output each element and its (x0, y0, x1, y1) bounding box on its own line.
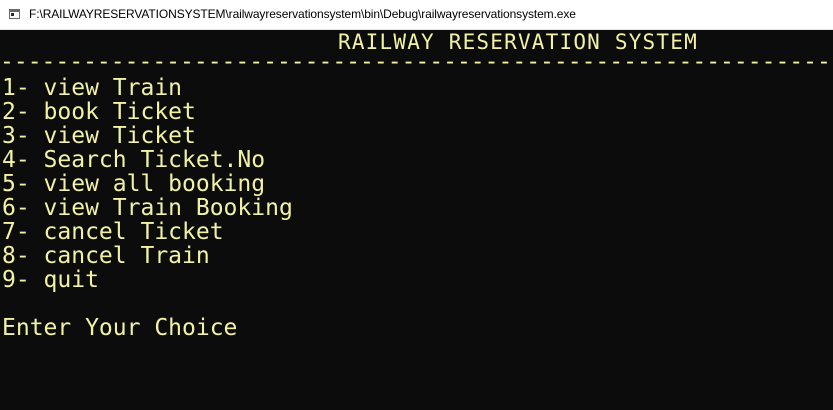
choice-prompt: Enter Your Choice (2, 315, 238, 341)
window-title: F:\RAILWAYRESERVATIONSYSTEM\railwayreser… (29, 7, 576, 21)
menu-item-cancel-train: 8- cancel Train (2, 243, 210, 269)
menu-item-cancel-ticket: 7- cancel Ticket (2, 219, 224, 245)
console-output[interactable]: RAILWAY RESERVATION SYSTEM -------------… (0, 30, 833, 410)
menu-item-book-ticket: 2- book Ticket (2, 99, 196, 125)
menu-item-search-ticket: 4- Search Ticket.No (2, 147, 266, 173)
window-titlebar[interactable]: F:\RAILWAYRESERVATIONSYSTEM\railwayreser… (0, 0, 833, 30)
menu-item-view-ticket: 3- view Ticket (2, 123, 196, 149)
menu-item-quit: 9- quit (2, 267, 99, 293)
console-app-icon (9, 9, 20, 19)
console-window: F:\RAILWAYRESERVATIONSYSTEM\railwayreser… (0, 0, 833, 410)
menu-item-view-train: 1- view Train (2, 75, 183, 101)
console-divider: ----------------------------------------… (0, 50, 833, 74)
menu-item-view-all-booking: 5- view all booking (2, 171, 266, 197)
menu-item-view-train-booking: 6- view Train Booking (2, 195, 293, 221)
